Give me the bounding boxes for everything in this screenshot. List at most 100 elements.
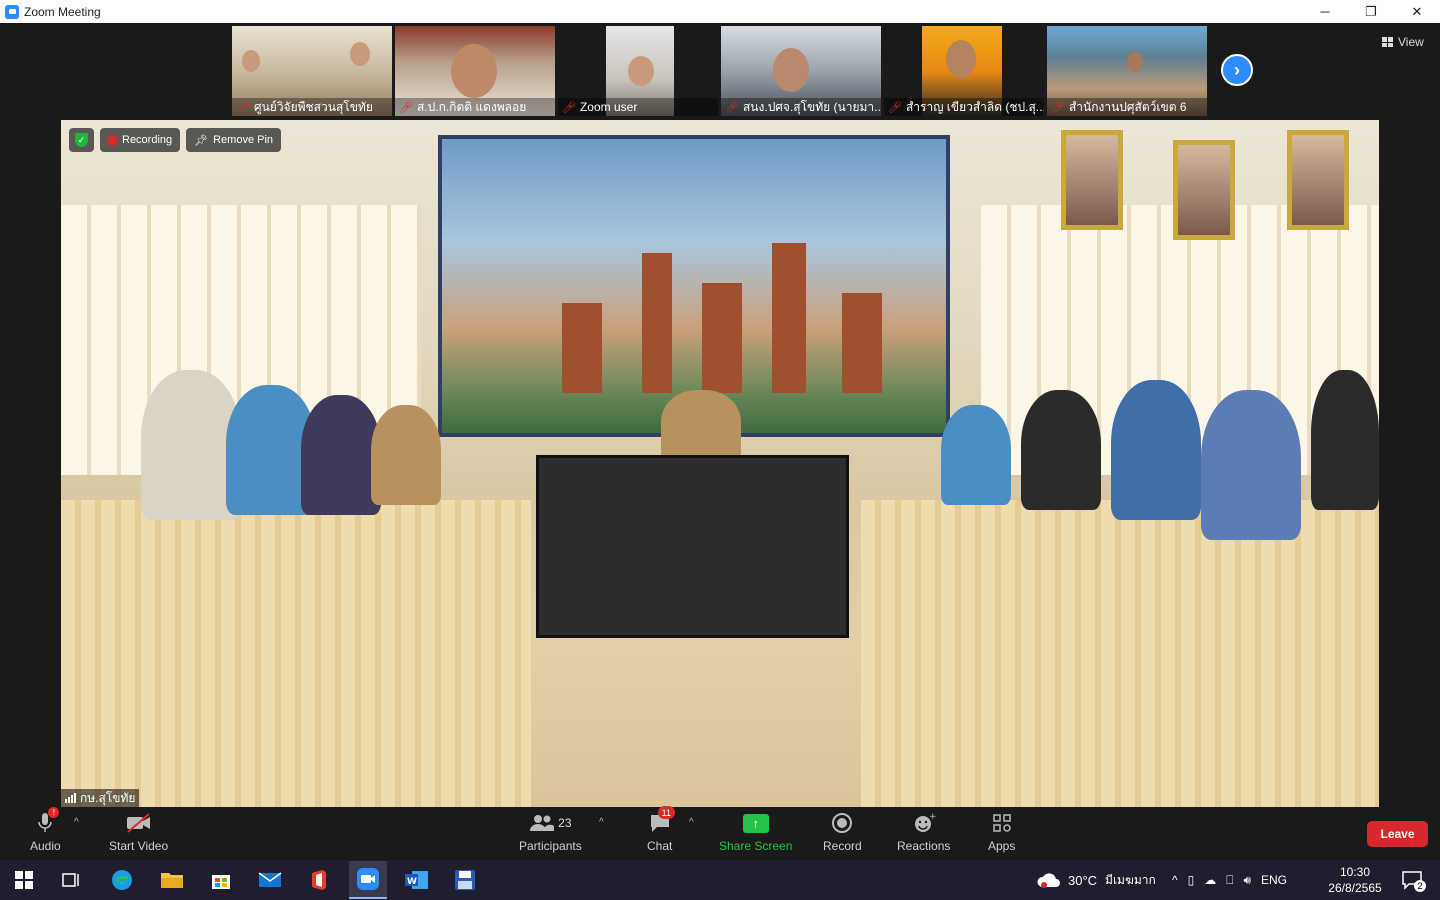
mic-muted-icon: 🎤︎ (236, 101, 250, 114)
participant-silhouette (946, 40, 976, 78)
zoom-taskbar-icon[interactable] (349, 861, 387, 899)
leave-button[interactable]: Leave (1367, 821, 1428, 847)
notification-count: 2 (1414, 880, 1426, 892)
participant-name: สำราญ เขียวสำลิด (ชป.สุ... (905, 99, 1044, 114)
chat-label: Chat (647, 839, 673, 853)
tray-expand-chevron-icon[interactable]: ^ (1172, 873, 1178, 887)
participant-thumbnail[interactable]: 🎤︎ ศูนย์วิจัยพืชสวนสุโขทัย (232, 26, 392, 116)
apps-label: Apps (988, 839, 1016, 853)
participants-label: Participants (519, 839, 582, 853)
video-off-icon (125, 811, 153, 835)
participant-thumbnail[interactable]: 🎤︎ Zoom user (558, 26, 718, 116)
video-overlay: ✓ Recording 📌︎ Remove Pin (69, 128, 282, 152)
microsoft-store-icon[interactable] (207, 866, 235, 894)
weather-temperature: 30°C (1068, 872, 1098, 888)
signal-strength-icon (65, 793, 76, 803)
svg-text:W: W (407, 877, 417, 887)
mic-muted-icon: 🎤︎ (888, 101, 902, 114)
main-video-feed[interactable]: ✓ Recording 📌︎ Remove Pin กษ.สุโขทัย (61, 120, 1379, 807)
recording-indicator[interactable]: Recording (100, 128, 181, 152)
apps-icon (991, 811, 1013, 835)
participant-name: ส.ป.ก.กิตติ แดงพลอย (416, 99, 527, 114)
office-icon[interactable] (305, 866, 333, 894)
participant-thumbnail[interactable]: 🎤︎ ส.ป.ก.กิตติ แดงพลอย (395, 26, 555, 116)
system-tray: ^ ▯ ☁︎ ⎕ 🔊︎ ENG (1172, 860, 1287, 900)
minimize-button[interactable]: ─ (1302, 0, 1348, 23)
participant-thumbnails: 🎤︎ ศูนย์วิจัยพืชสวนสุโขทัย 🎤︎ ส.ป.ก.กิตติ … (232, 26, 1207, 116)
weather-description: มีเมฆมาก (1105, 872, 1156, 887)
network-icon[interactable]: ⎕ (1226, 873, 1233, 888)
clock[interactable]: 10:30 26/8/2565 (1322, 864, 1388, 896)
weather-widget[interactable]: 30°C มีเมฆมาก (1036, 860, 1156, 900)
participants-options-caret-icon[interactable]: ^ (599, 817, 604, 828)
file-explorer-icon[interactable] (158, 866, 186, 894)
video-scene-portrait (1173, 140, 1235, 240)
recording-label: Recording (122, 134, 173, 146)
active-speaker-name-tag: กษ.สุโขทัย (61, 789, 140, 807)
device-icon[interactable]: ▯ (1188, 873, 1195, 887)
save-disk-icon[interactable] (451, 866, 479, 894)
language-indicator[interactable]: ENG (1261, 873, 1287, 887)
view-label: View (1398, 35, 1424, 49)
participants-count: 23 (558, 816, 572, 830)
word-icon[interactable]: W (403, 866, 431, 894)
participant-name: สำนักงานปศุสัตว์เขต 6 (1068, 99, 1187, 114)
reactions-label: Reactions (897, 839, 951, 853)
windows-start-icon[interactable] (10, 866, 38, 894)
participant-thumbnail[interactable]: 🎤︎ สนง.ปศจ.สุโขทัย (นายมา... (721, 26, 881, 116)
participant-thumbnail[interactable]: 🎤︎ สำนักงานปศุสัตว์เขต 6 (1047, 26, 1207, 116)
remove-pin-label: Remove Pin (213, 134, 274, 146)
participant-silhouette (242, 50, 260, 72)
participant-silhouette (451, 44, 497, 98)
participant-silhouette (628, 56, 654, 86)
encryption-badge[interactable]: ✓ (69, 128, 94, 152)
notification-center-icon[interactable]: 2 (1398, 866, 1426, 894)
active-speaker-name: กษ.สุโขทัย (80, 790, 136, 805)
chat-options-caret-icon[interactable]: ^ (689, 817, 694, 828)
pin-icon: 📌︎ (194, 134, 209, 147)
zoom-app-icon (5, 4, 19, 19)
volume-icon[interactable]: 🔊︎ (1243, 873, 1251, 888)
gallery-view-icon (1382, 37, 1393, 47)
start-video-button[interactable]: Start Video (109, 811, 168, 853)
audio-options-caret-icon[interactable]: ^ (74, 817, 79, 828)
record-button[interactable]: Record (823, 811, 862, 853)
video-scene-portrait (1061, 130, 1123, 230)
task-view-icon[interactable] (57, 866, 85, 894)
onedrive-cloud-icon[interactable]: ☁︎ (1204, 873, 1216, 887)
participant-thumbnail[interactable]: 🎤︎ สำราญ เขียวสำลิด (ชป.สุ... (884, 26, 1044, 116)
reactions-button[interactable]: + Reactions (897, 811, 950, 853)
windows-taskbar: W 30°C มีเมฆมาก ^ ▯ ☁︎ ⎕ 🔊︎ ENG 10:30 26… (0, 860, 1440, 900)
share-screen-button[interactable]: ↑ Share Screen (719, 811, 792, 853)
participant-name: Zoom user (579, 100, 638, 114)
next-page-button[interactable]: › (1221, 54, 1253, 86)
video-scene-portrait (1287, 130, 1349, 230)
cloud-icon (1037, 873, 1060, 888)
maximize-button[interactable]: ❐ (1348, 0, 1394, 23)
record-icon (831, 811, 853, 835)
participants-button[interactable]: 23 Participants (519, 811, 582, 853)
video-scene-table (61, 500, 531, 807)
participants-icon: 23 (529, 811, 572, 835)
clock-time: 10:30 (1339, 865, 1371, 879)
window-controls: ─ ❐ ✕ (1302, 0, 1440, 23)
share-screen-icon: ↑ (742, 813, 769, 833)
participant-silhouette (350, 42, 370, 66)
start-video-label: Start Video (109, 839, 169, 853)
audio-label: Audio (30, 839, 61, 853)
mail-icon[interactable] (256, 866, 284, 894)
shield-check-icon: ✓ (75, 133, 88, 147)
video-scene-table (861, 500, 1379, 807)
remove-pin-button[interactable]: 📌︎ Remove Pin (186, 128, 282, 152)
share-screen-label: Share Screen (719, 839, 793, 853)
view-button[interactable]: View (1382, 35, 1424, 49)
mic-muted-icon: 🎤︎ (562, 101, 576, 114)
close-button[interactable]: ✕ (1394, 0, 1440, 23)
audio-button[interactable]: ! Audio (30, 807, 61, 853)
apps-button[interactable]: Apps (988, 811, 1015, 853)
title-bar: Zoom Meeting ─ ❐ ✕ (0, 0, 1440, 23)
edge-browser-icon[interactable] (108, 866, 136, 894)
chat-button[interactable]: 11 Chat (647, 806, 676, 853)
participant-name: สนง.ปศจ.สุโขทัย (นายมา... (742, 99, 881, 114)
smiley-plus-icon: + (912, 811, 936, 835)
